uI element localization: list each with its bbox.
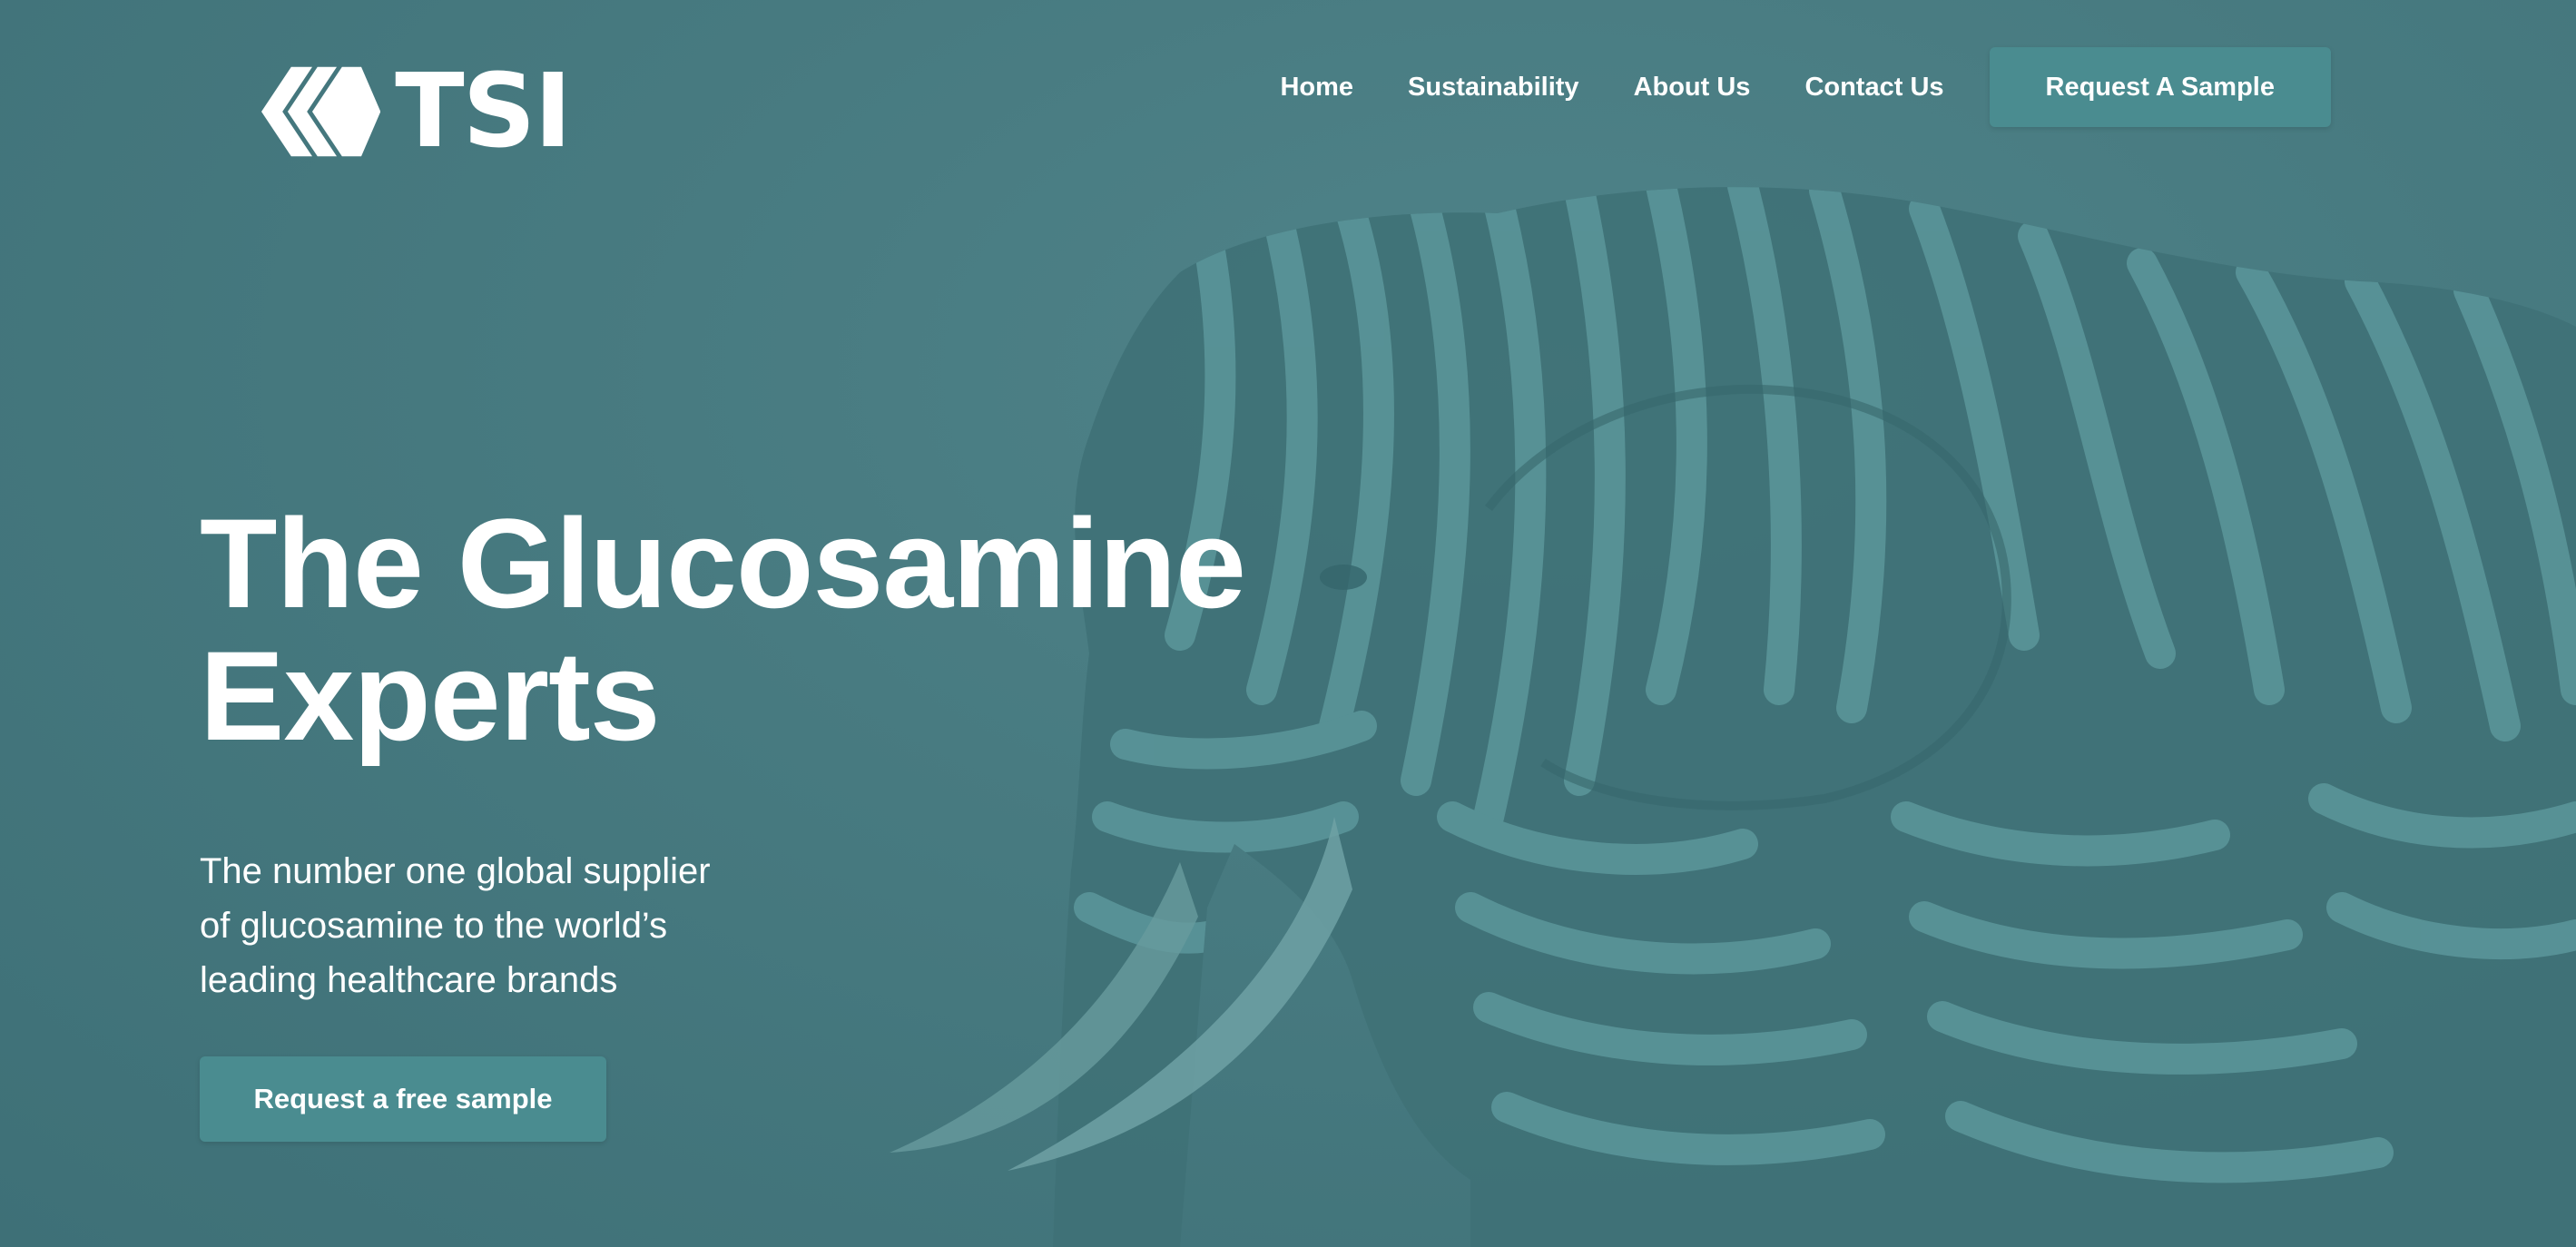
nav-sustainability-link[interactable]: Sustainability (1408, 47, 1579, 127)
hero-subcopy: The number one global supplier of glucos… (200, 844, 781, 1007)
nav-contact-link[interactable]: Contact Us (1804, 47, 1943, 127)
request-sample-button[interactable]: Request A Sample (1989, 47, 2331, 127)
headline-line-1: The Glucosamine (200, 492, 1246, 634)
headline-line-2: Experts (200, 624, 661, 767)
subcopy-line-3: leading healthcare brands (200, 960, 618, 1000)
subcopy-line-1: The number one global supplier (200, 851, 711, 891)
main-nav: Home Sustainability About Us Contact Us … (1225, 47, 2331, 127)
tsi-logo[interactable]: TSI (261, 61, 572, 162)
hero-headline: The Glucosamine Experts (200, 497, 1380, 762)
nav-about-link[interactable]: About Us (1634, 47, 1751, 127)
logo-wordmark: TSI (395, 53, 572, 171)
hero-section: TSI Home Sustainability About Us Contact… (0, 0, 2576, 1247)
free-sample-button[interactable]: Request a free sample (200, 1056, 606, 1142)
chevron-diamond-icon (261, 66, 381, 157)
nav-home-link[interactable]: Home (1280, 47, 1353, 127)
subcopy-line-2: of glucosamine to the world’s (200, 906, 668, 946)
